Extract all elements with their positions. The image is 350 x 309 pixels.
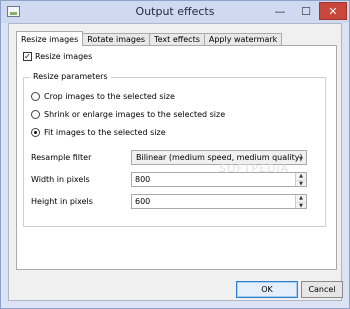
tab-resize-images[interactable]: Resize images (16, 31, 84, 46)
width-spin-buttons: ▲ ▼ (295, 173, 306, 186)
fit-mode-radio[interactable] (31, 128, 40, 137)
close-icon: ✕ (328, 4, 338, 18)
height-input[interactable] (135, 195, 285, 208)
crop-mode-radio[interactable] (31, 92, 40, 101)
resize-images-label: Resize images (35, 52, 93, 61)
minimize-icon: — (274, 4, 286, 18)
minimize-button[interactable]: — (267, 2, 293, 20)
crop-mode-option[interactable]: Crop images to the selected size (31, 92, 175, 101)
height-label: Height in pixels (31, 197, 93, 206)
chevron-down-icon: ▾ (298, 154, 303, 163)
width-label: Width in pixels (31, 175, 90, 184)
close-button[interactable]: ✕ (319, 2, 347, 20)
title-bar[interactable]: Output effects — ☐ ✕ (1, 1, 349, 23)
resize-tab-panel: ✓ Resize images Resize parameters Crop i… (16, 45, 337, 270)
resample-filter-value: Bilinear (medium speed, medium quality) (136, 153, 303, 162)
resize-images-option[interactable]: ✓ Resize images (23, 52, 92, 61)
maximize-icon: ☐ (301, 4, 311, 18)
fit-mode-option[interactable]: Fit images to the selected size (31, 128, 166, 137)
softpedia-watermark: SOFTPEDIA (219, 162, 290, 175)
tab-bar: Resize images Rotate images Text effects… (16, 31, 283, 46)
width-decrement-button[interactable]: ▼ (296, 179, 306, 186)
cancel-button[interactable]: Cancel (301, 281, 343, 298)
shrink-enlarge-mode-option[interactable]: Shrink or enlarge images to the selected… (31, 110, 225, 119)
output-effects-window: Output effects — ☐ ✕ Resize images Rotat… (0, 0, 350, 309)
group-title: Resize parameters (30, 72, 111, 81)
height-decrement-button[interactable]: ▼ (296, 201, 306, 208)
dialog-client-area: Resize images Rotate images Text effects… (8, 23, 343, 301)
shrink-enlarge-mode-radio[interactable] (31, 110, 40, 119)
height-spin-buttons: ▲ ▼ (295, 195, 306, 208)
resize-parameters-group: Resize parameters Crop images to the sel… (23, 72, 326, 227)
resample-filter-label: Resample filter (31, 153, 92, 162)
fit-mode-label: Fit images to the selected size (44, 128, 166, 137)
height-spinbox[interactable]: ▲ ▼ (131, 194, 307, 209)
resize-images-checkbox[interactable]: ✓ (23, 52, 32, 61)
ok-button[interactable]: OK (236, 281, 298, 298)
crop-mode-label: Crop images to the selected size (44, 92, 175, 101)
maximize-button[interactable]: ☐ (293, 2, 319, 20)
shrink-enlarge-mode-label: Shrink or enlarge images to the selected… (44, 110, 226, 119)
